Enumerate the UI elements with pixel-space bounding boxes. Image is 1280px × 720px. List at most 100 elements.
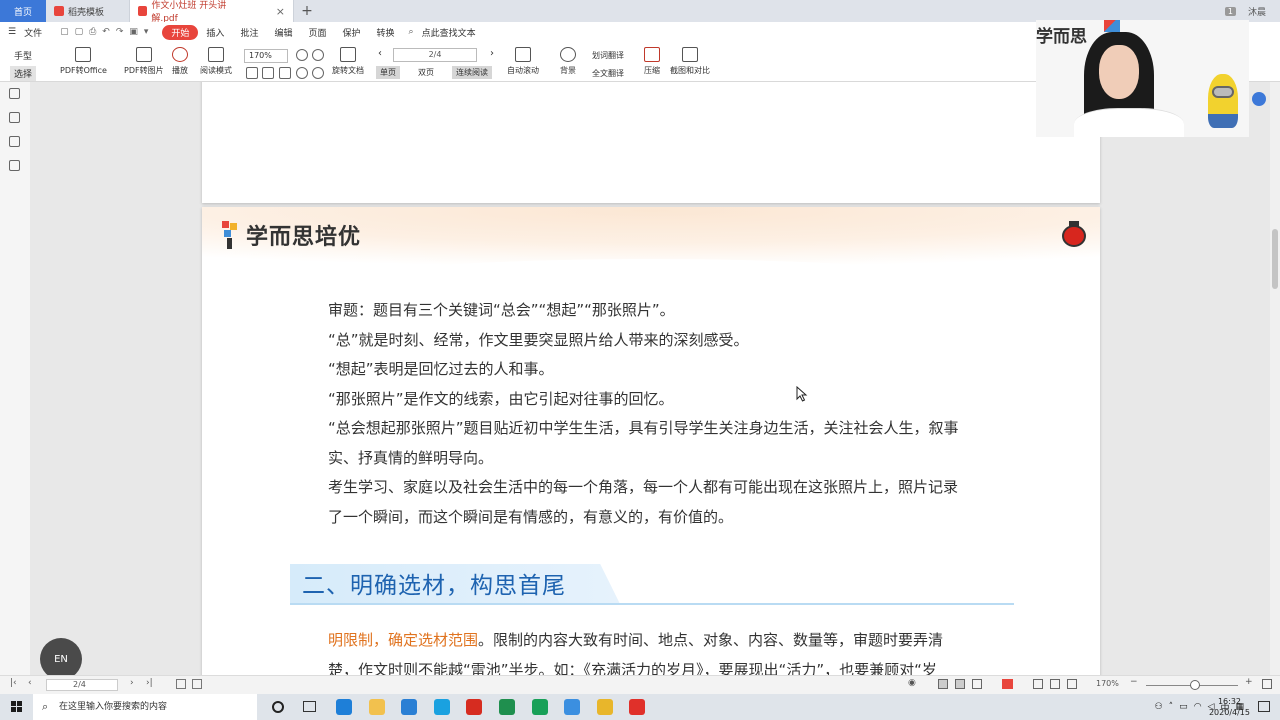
l-app-app-icon[interactable] — [433, 699, 450, 715]
search-panel-icon[interactable] — [9, 160, 20, 171]
excel-app-icon[interactable] — [499, 699, 515, 715]
book-icon — [208, 47, 224, 62]
menu-file[interactable]: 文件 — [24, 26, 42, 39]
user-name[interactable]: 沐晨 — [1248, 5, 1266, 18]
word-translate-button[interactable]: 划词翻译 — [592, 50, 624, 61]
export-icon[interactable] — [192, 679, 202, 689]
prev-page-status-icon[interactable]: ‹ — [28, 678, 32, 688]
tab-template[interactable]: 稻壳模板 — [46, 0, 130, 22]
wps-app-icon[interactable] — [466, 699, 483, 715]
play-button[interactable]: 播放 — [172, 47, 188, 76]
clock[interactable]: 16:32 2020/4/15 — [1209, 696, 1250, 718]
document-viewport[interactable]: 学而思培优 审题：题目有三个关键词“总会”“想起”“那张照片”。 “总”就是时刻… — [30, 82, 1270, 675]
language-float-button[interactable]: EN — [40, 638, 82, 680]
quick-access-icons[interactable]: ▢▢⎙↶↷▣▾ — [52, 27, 162, 37]
fit-width-status-icon[interactable] — [1050, 679, 1060, 689]
tab-bar: 首页 稻壳模板 作文小灶班 开头讲解.pdf × + 1 沐晨 — [0, 0, 1280, 24]
window-controls: 1 沐晨 — [1224, 0, 1280, 22]
cortana-icon[interactable] — [272, 701, 284, 713]
person-icon[interactable]: ⚇ — [1155, 702, 1163, 712]
windows-start-icon[interactable] — [11, 701, 23, 713]
task-view-icon[interactable] — [303, 701, 316, 712]
menu-annotate[interactable]: 批注 — [232, 26, 266, 39]
select-tool[interactable]: 选择 — [10, 66, 37, 81]
single-view-icon[interactable] — [938, 679, 948, 689]
menu-edit[interactable]: 编辑 — [266, 26, 300, 39]
folder-app-icon[interactable] — [368, 699, 385, 715]
fit-page-icon[interactable] — [262, 67, 274, 79]
fit-width-icon[interactable] — [246, 67, 258, 79]
menu-start[interactable]: 开始 — [162, 24, 199, 40]
auto-scroll-button[interactable]: 自动滚动 — [507, 47, 539, 76]
pdf-to-image-button[interactable]: PDF转图片 — [124, 47, 164, 76]
zoom-select[interactable]: 170% — [244, 49, 288, 63]
full-translate-button[interactable]: 全文翻译 — [592, 68, 624, 79]
menu-convert[interactable]: 转换 — [369, 26, 403, 39]
xueersi-app-icon[interactable] — [596, 699, 613, 715]
fit-window-icon[interactable] — [1262, 679, 1272, 689]
read-mode-button[interactable]: 阅读模式 — [200, 47, 232, 76]
notification-center-icon[interactable] — [1258, 701, 1270, 712]
menu-protect[interactable]: 保护 — [334, 26, 368, 39]
fit-page-status-icon[interactable] — [1033, 679, 1043, 689]
rotate-right-icon[interactable] — [312, 67, 324, 79]
zoom-in-icon[interactable] — [312, 49, 324, 61]
double-view-icon[interactable] — [972, 679, 982, 689]
en-app-icon[interactable] — [531, 699, 548, 715]
status-page-input[interactable]: 2/4 — [46, 679, 118, 691]
notification-badge[interactable]: 1 — [1224, 6, 1236, 16]
new-tab-button[interactable]: + — [294, 0, 320, 22]
thumbnails-icon[interactable] — [9, 88, 20, 99]
vertical-scrollbar[interactable] — [1270, 82, 1280, 675]
zoom-level[interactable]: 170% — [1096, 679, 1119, 688]
last-page-icon[interactable]: ›| — [146, 678, 153, 688]
screenshot-compare-button[interactable]: 截图和对比 — [670, 47, 710, 76]
tab-home[interactable]: 首页 — [0, 0, 46, 22]
teacher-video-overlay[interactable]: 学而思 — [1036, 20, 1249, 137]
image-icon — [135, 47, 152, 62]
continuous-read-button[interactable]: 连续阅读 — [452, 66, 492, 79]
find-text-input[interactable]: 点此查找文本 — [414, 26, 484, 39]
netease-app-icon[interactable] — [629, 699, 646, 715]
taskbar-search-input[interactable]: 在这里输入你要搜索的内容 — [33, 694, 257, 720]
paragraph-line: 明限制，确定选材范围。限制的内容大致有时间、地点、对象、内容、数量等，审题时要弄… — [328, 626, 943, 656]
first-page-icon[interactable]: |‹ — [10, 678, 17, 688]
edge-app-icon[interactable] — [336, 699, 352, 715]
menu-insert[interactable]: 插入 — [198, 26, 232, 39]
zoom-slider-handle[interactable] — [1190, 680, 1200, 690]
network-icon[interactable]: ▭ — [1179, 702, 1188, 712]
folder2-app-icon[interactable] — [564, 699, 581, 715]
bookmark-icon[interactable] — [9, 112, 20, 123]
close-tab-icon[interactable]: × — [276, 5, 285, 18]
compress-button[interactable]: 压缩 — [644, 47, 660, 76]
actual-size-icon[interactable] — [279, 67, 291, 79]
fullscreen-icon[interactable] — [1067, 679, 1077, 689]
eye-protect-icon[interactable]: ◉ — [908, 678, 916, 688]
prev-page-icon[interactable]: ‹ — [378, 48, 382, 59]
rotate-document-button[interactable]: 旋转文档 — [332, 47, 364, 76]
zoom-out-status-icon[interactable]: − — [1130, 677, 1138, 687]
wifi-icon[interactable]: ◠ — [1194, 702, 1202, 712]
chevron-up-icon[interactable]: ˄ — [1169, 702, 1174, 712]
tab-pdf-document[interactable]: 作文小灶班 开头讲解.pdf × — [130, 0, 294, 24]
zoom-out-icon[interactable] — [296, 49, 308, 61]
mail-app-icon[interactable] — [401, 699, 418, 715]
pdf-to-office-button[interactable]: PDF转Office — [60, 47, 107, 76]
menu-icon[interactable]: ☰ — [0, 27, 24, 37]
continuous-view-icon[interactable] — [955, 679, 965, 689]
double-page-button[interactable]: 双页 — [414, 66, 438, 79]
rotate-left-icon[interactable] — [296, 67, 308, 79]
scrollbar-thumb[interactable] — [1272, 229, 1278, 289]
page-number-input[interactable]: 2/4 — [393, 48, 477, 62]
next-page-icon[interactable]: › — [490, 48, 494, 59]
play-status-icon[interactable] — [1002, 679, 1013, 689]
zoom-in-status-icon[interactable]: + — [1245, 677, 1253, 687]
video-control-icon[interactable] — [1252, 92, 1266, 106]
single-page-button[interactable]: 单页 — [376, 66, 400, 79]
annotation-icon[interactable] — [9, 136, 20, 147]
background-button[interactable]: 背景 — [560, 47, 576, 76]
hand-tool[interactable]: 手型 — [14, 49, 32, 62]
next-page-status-icon[interactable]: › — [130, 678, 134, 688]
fit-icon[interactable] — [176, 679, 186, 689]
menu-page[interactable]: 页面 — [300, 26, 334, 39]
